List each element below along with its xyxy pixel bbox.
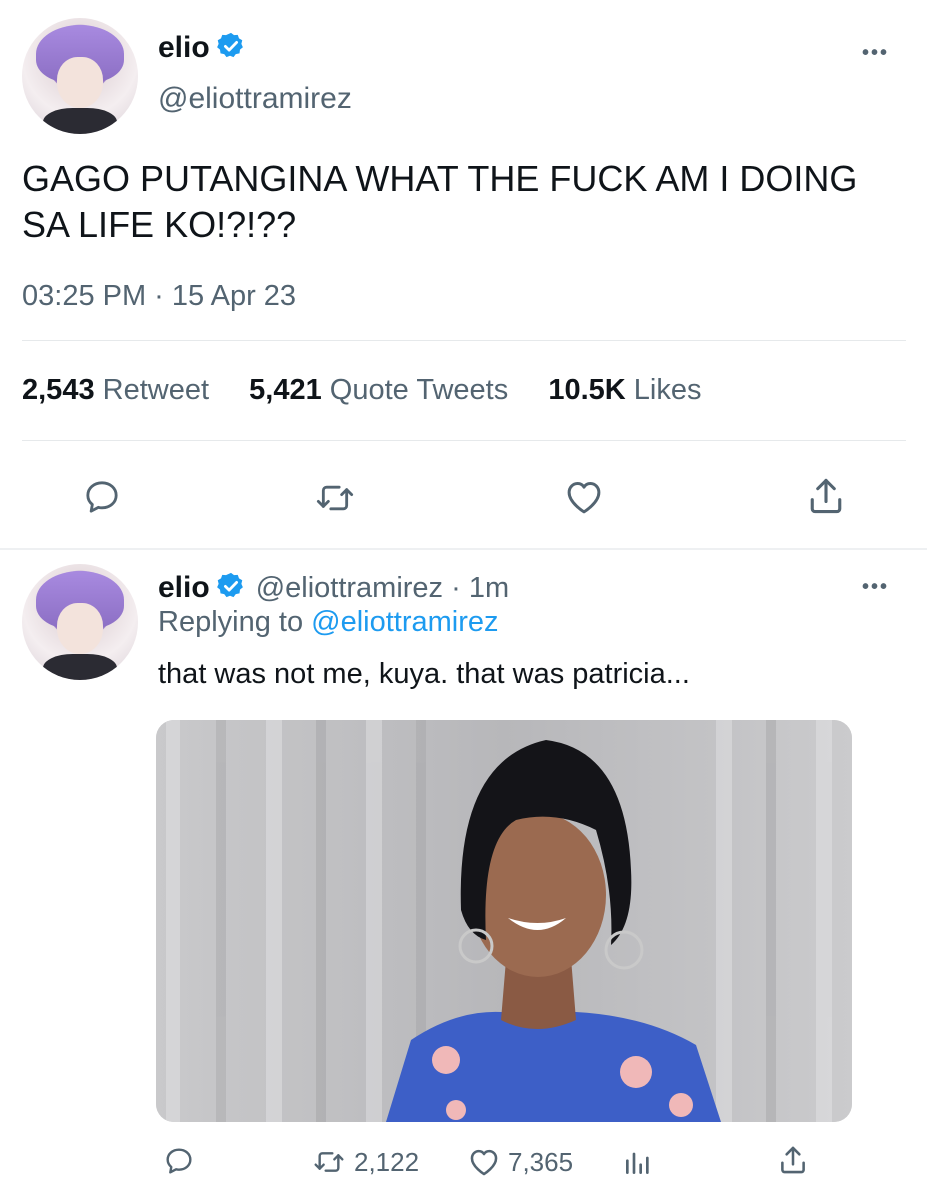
reply-avatar[interactable] (22, 564, 138, 680)
reply-author-name[interactable]: elio (158, 571, 210, 605)
replying-to: Replying to @eliottramirez (158, 606, 499, 639)
reply-text: that was not me, kuya. that was patricia… (158, 658, 690, 690)
likes-stat[interactable]: 10.5K Likes (548, 374, 701, 406)
share-icon[interactable] (776, 1143, 810, 1177)
quotes-stat[interactable]: 5,421 Quote Tweets (249, 374, 516, 406)
retweets-label: Retweet (102, 374, 210, 406)
avatar[interactable] (22, 18, 138, 134)
verified-badge-icon (216, 571, 246, 606)
divider (22, 340, 906, 341)
reply-icon[interactable] (162, 1145, 196, 1177)
author-name-row: elio (158, 28, 246, 68)
reply-handle-time[interactable]: @eliottramirez · 1m (256, 572, 509, 605)
heart-icon[interactable] (561, 476, 607, 518)
tweet-media-image[interactable] (156, 720, 852, 1122)
thread-separator (0, 548, 927, 550)
quotes-label: Quote Tweets (329, 374, 509, 406)
reply-icon[interactable] (81, 477, 123, 517)
more-options-icon[interactable]: ••• (862, 42, 889, 65)
retweet-icon[interactable] (312, 478, 358, 518)
author-handle[interactable]: @eliottramirez (158, 82, 352, 116)
tweet-timestamp[interactable]: 03:25 PM · 15 Apr 23 (22, 280, 296, 313)
tweet-stats: 2,543 Retweet 5,421 Quote Tweets 10.5K L… (22, 374, 701, 407)
share-icon[interactable] (804, 474, 848, 518)
retweets-count: 2,543 (22, 374, 95, 406)
retweet-count: 2,122 (354, 1146, 420, 1177)
verified-badge-icon (216, 31, 246, 66)
author-name[interactable]: elio (158, 31, 210, 65)
replying-to-label: Replying to (158, 606, 304, 638)
quotes-count: 5,421 (249, 374, 322, 406)
likes-label: Likes (633, 374, 702, 406)
divider (22, 440, 906, 441)
heart-icon (466, 1145, 502, 1179)
like-action[interactable]: 7,365 (466, 1145, 573, 1179)
tweet-text: GAGO PUTANGINA WHAT THE FUCK AM I DOING … (22, 158, 858, 245)
retweet-action[interactable]: 2,122 (310, 1146, 419, 1178)
retweets-stat[interactable]: 2,543 Retweet (22, 374, 217, 406)
reply-header: elio @eliottramirez · 1m (158, 568, 509, 608)
likes-count: 10.5K (548, 374, 626, 406)
reply-more-options-icon[interactable]: ••• (862, 576, 889, 599)
analytics-icon[interactable] (622, 1146, 654, 1178)
replying-to-handle-link[interactable]: @eliottramirez (311, 606, 498, 638)
like-count: 7,365 (508, 1146, 574, 1177)
retweet-icon (310, 1146, 348, 1178)
